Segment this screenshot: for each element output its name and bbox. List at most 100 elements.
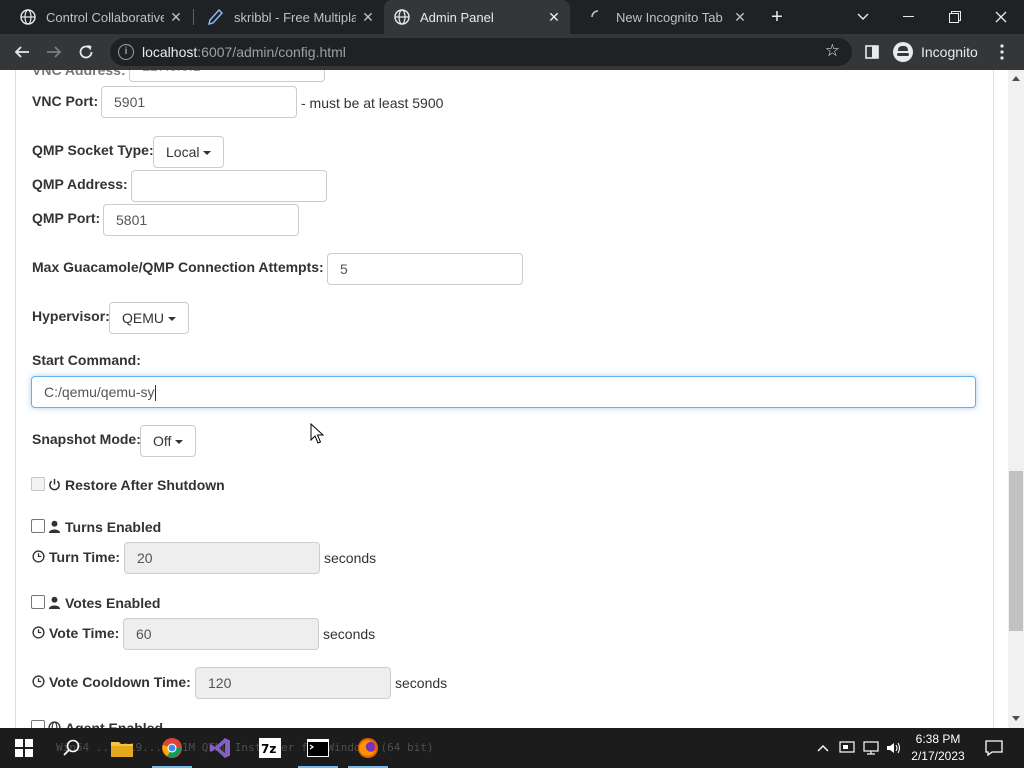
snapshot-mode-dropdown[interactable]: Off <box>140 425 197 457</box>
loading-spinner-icon <box>590 9 606 25</box>
qmp-address-input[interactable] <box>131 170 327 202</box>
dropdown-value: Off <box>153 433 172 449</box>
tab-new-incognito[interactable]: New Incognito Tab ✕ <box>570 0 756 34</box>
power-icon <box>49 478 60 491</box>
vnc-port-hint: - must be at least 5900 <box>301 95 444 111</box>
label-text: Vote Cooldown Time: <box>49 674 191 690</box>
browser-tab-strip: Control Collaborative V ✕ skribbl - Free… <box>0 0 1024 34</box>
start-command-value: C:/qemu/qemu-sy <box>44 384 155 400</box>
qmp-address-label: QMP Address: <box>32 176 128 192</box>
turn-time-input[interactable]: 20 <box>124 542 320 574</box>
incognito-profile-button[interactable]: Incognito <box>893 40 978 64</box>
clock-date: 2/17/2023 <box>911 749 965 763</box>
caret-down-icon <box>203 151 212 156</box>
close-window-icon[interactable] <box>978 0 1024 34</box>
start-command-label: Start Command: <box>32 352 141 368</box>
vote-cooldown-input[interactable]: 120 <box>195 667 391 699</box>
terminal-icon[interactable] <box>294 728 342 768</box>
agent-enabled-checkbox[interactable] <box>31 720 45 728</box>
user-icon <box>48 520 61 533</box>
taskbar-clock[interactable]: 6:38 PM 2/17/2023 <box>898 731 978 765</box>
page-scrollbar[interactable] <box>1008 70 1024 728</box>
back-arrow-icon[interactable] <box>10 41 34 63</box>
reload-icon[interactable] <box>74 41 98 63</box>
close-tab-icon[interactable]: ✕ <box>546 9 562 25</box>
globe-icon <box>48 721 61 728</box>
vnc-address-input[interactable]: 127.0.0.1 <box>129 70 325 82</box>
clock-icon <box>32 675 45 688</box>
user-icon <box>48 596 61 609</box>
hypervisor-dropdown[interactable]: QEMU <box>109 302 189 334</box>
clock-icon <box>32 550 45 563</box>
bookmark-star-icon[interactable]: ☆ <box>825 41 840 61</box>
restore-window-icon[interactable] <box>932 0 978 34</box>
vote-time-input[interactable]: 60 <box>123 618 319 650</box>
minimize-icon[interactable] <box>886 0 932 34</box>
vote-cooldown-label: Vote Cooldown Time: <box>32 674 191 690</box>
vnc-port-input[interactable]: 5901 <box>101 86 297 118</box>
mouse-cursor-icon <box>310 423 324 444</box>
qmp-port-input[interactable]: 5801 <box>103 204 299 236</box>
chrome-icon[interactable] <box>148 728 196 768</box>
votes-enabled-checkbox[interactable] <box>31 595 45 609</box>
network-icon[interactable] <box>860 728 882 768</box>
svg-text:7z: 7z <box>261 742 276 756</box>
url-text: localhost:6007/admin/config.html <box>142 44 346 60</box>
browser-toolbar: i localhost:6007/admin/config.html ☆ Inc… <box>0 34 1024 70</box>
label-text: Turns Enabled <box>65 519 162 535</box>
show-hidden-icons-chevron-icon[interactable] <box>812 728 834 768</box>
close-tab-icon[interactable]: ✕ <box>732 9 748 25</box>
clock-time: 6:38 PM <box>915 732 961 746</box>
turn-time-label: Turn Time: <box>32 549 120 565</box>
clock-icon <box>32 626 45 639</box>
url-host: localhost <box>142 44 198 60</box>
site-info-icon[interactable]: i <box>118 44 134 60</box>
forward-arrow-icon[interactable] <box>42 41 66 63</box>
caret-down-icon <box>175 440 184 445</box>
close-tab-icon[interactable]: ✕ <box>360 9 376 25</box>
new-tab-plus-icon[interactable]: + <box>766 6 788 28</box>
turns-enabled-checkbox[interactable] <box>31 519 45 533</box>
qmp-port-label: QMP Port: <box>32 210 101 226</box>
turns-enabled-label: Turns Enabled <box>48 519 161 535</box>
vote-time-unit: seconds <box>323 626 376 642</box>
hypervisor-label: Hypervisor: <box>32 308 110 324</box>
firefox-icon[interactable] <box>344 728 392 768</box>
device-tray-icon[interactable] <box>836 728 858 768</box>
address-bar[interactable]: i localhost:6007/admin/config.html ☆ <box>110 38 852 66</box>
scroll-down-arrow-icon[interactable] <box>1012 716 1020 721</box>
qmp-socket-type-dropdown[interactable]: Local <box>153 136 225 168</box>
label-text: Votes Enabled <box>65 595 161 611</box>
start-command-input[interactable]: C:/qemu/qemu-sy <box>31 376 976 408</box>
start-windows-icon[interactable] <box>0 728 48 768</box>
vote-time-label: Vote Time: <box>32 625 119 641</box>
max-attempts-label: Max Guacamole/QMP Connection Attempts: <box>32 259 324 275</box>
close-tab-icon[interactable]: ✕ <box>168 9 184 25</box>
file-explorer-icon[interactable] <box>98 728 146 768</box>
caret-down-icon <box>168 317 176 322</box>
vote-cooldown-unit: seconds <box>395 675 448 691</box>
tab-title: New Incognito Tab <box>616 9 723 25</box>
7zip-icon[interactable]: 7z <box>246 728 294 768</box>
restore-after-shutdown-checkbox[interactable] <box>31 477 45 491</box>
windows-taskbar: Win64 ... 819... 121M QEMU Installer for… <box>0 728 1024 768</box>
notifications-icon[interactable] <box>982 728 1006 768</box>
scrollbar-thumb[interactable] <box>1009 471 1023 631</box>
globe-icon <box>20 9 36 25</box>
search-icon[interactable] <box>48 728 96 768</box>
tab-search-chevron-icon[interactable] <box>840 0 886 34</box>
max-attempts-input[interactable]: 5 <box>327 253 523 285</box>
scroll-up-arrow-icon[interactable] <box>1012 76 1020 81</box>
menu-kebab-icon[interactable] <box>990 41 1014 63</box>
vnc-address-label: VNC Address: <box>32 70 126 78</box>
side-panel-icon[interactable] <box>860 41 884 63</box>
label-text: Turn Time: <box>49 549 121 565</box>
label-text: Restore After Shutdown <box>65 477 225 493</box>
tab-admin-panel[interactable]: Admin Panel ✕ <box>384 0 570 34</box>
visual-studio-icon[interactable] <box>196 728 244 768</box>
tab-skribbl[interactable]: skribbl - Free Multiplay ✕ <box>194 0 384 34</box>
restore-after-shutdown-label: Restore After Shutdown <box>48 477 225 493</box>
tab-control-collaborative[interactable]: Control Collaborative V ✕ <box>0 0 192 34</box>
globe-icon <box>394 9 410 25</box>
incognito-icon <box>893 42 913 62</box>
